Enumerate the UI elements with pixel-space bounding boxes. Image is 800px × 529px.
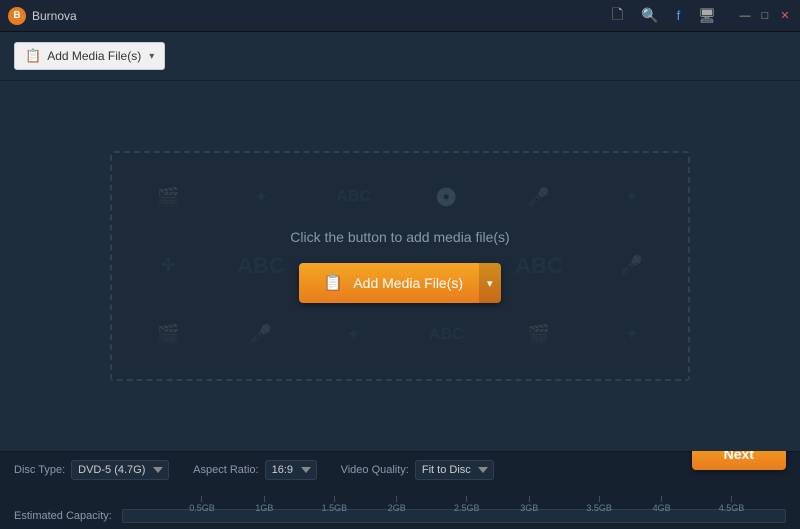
tick-2gb: 2GB (388, 496, 406, 513)
tick-3gb: 3GB (520, 496, 538, 513)
wm-abc4-icon: ABC (400, 300, 493, 369)
title-right: 🗋 🔍 f 🖥 — □ ✕ (608, 2, 792, 30)
wm-cd2-icon: 🎬 (493, 300, 586, 369)
add-media-dropdown-arrow: ▾ (149, 51, 154, 62)
wm-star3-icon: ✤ (122, 232, 215, 301)
title-bar: B Burnova 🗋 🔍 f 🖥 — □ ✕ (0, 0, 800, 32)
app-logo: B (8, 7, 26, 25)
main-area: 🎬 ✦ ABC 💿 🎤 ✦ ✤ ABC ABC 🎤 🎬 🎤 ✦ ABC 🎬 ✦ … (0, 81, 800, 451)
win-controls: — □ ✕ (738, 9, 792, 23)
tick-4.5gb: 4.5GB (719, 496, 745, 513)
bottom-bar: Disc Type: DVD-5 (4.7G) DVD-9 (8.5G) BD-… (0, 451, 800, 529)
wm-mic3-icon: 🎤 (215, 300, 308, 369)
wm-mic2-icon: 🎤 (585, 232, 678, 301)
search-icon[interactable]: 🔍 (637, 5, 662, 26)
tick-0.5gb: 0.5GB (189, 496, 215, 513)
wm-star4-icon: ✦ (307, 300, 400, 369)
disc-type-select[interactable]: DVD-5 (4.7G) DVD-9 (8.5G) BD-25 BD-50 (71, 460, 169, 480)
tick-4gb: 4GB (653, 496, 671, 513)
center-add-icon: 📋 (323, 273, 343, 293)
disc-type-group: Disc Type: DVD-5 (4.7G) DVD-9 (8.5G) BD-… (14, 460, 169, 480)
tick-3.5gb: 3.5GB (586, 496, 612, 513)
maximize-button[interactable]: □ (758, 9, 772, 23)
tick-1gb: 1GB (255, 496, 273, 513)
aspect-ratio-group: Aspect Ratio: 16:9 4:3 (193, 460, 316, 480)
drop-zone: 🎬 ✦ ABC 💿 🎤 ✦ ✤ ABC ABC 🎤 🎬 🎤 ✦ ABC 🎬 ✦ … (110, 151, 690, 381)
aspect-ratio-select[interactable]: 16:9 4:3 (265, 460, 317, 480)
video-quality-label: Video Quality: (341, 464, 409, 476)
display-icon[interactable]: 🖥 (694, 5, 720, 26)
video-quality-select[interactable]: Fit to Disc High Medium Low (415, 460, 494, 480)
title-left: B Burnova (8, 7, 77, 25)
add-media-button[interactable]: 📋 Add Media File(s) ▾ (14, 42, 165, 70)
tick-1.5gb: 1.5GB (322, 496, 348, 513)
capacity-bar: Estimated Capacity: 0.5GB 1GB 1.5GB 2GB (14, 509, 786, 523)
center-add-dropdown[interactable]: ▾ (479, 263, 501, 303)
close-button[interactable]: ✕ (778, 9, 792, 23)
aspect-ratio-label: Aspect Ratio: (193, 464, 258, 476)
app-title: Burnova (32, 9, 77, 23)
toolbar: 📋 Add Media File(s) ▾ (0, 32, 800, 81)
wm-mic-icon: 🎤 (493, 163, 586, 232)
wm-film2-icon: 🎬 (122, 300, 215, 369)
wm-abc-icon: ABC (307, 163, 400, 232)
drop-zone-message: Click the button to add media file(s) (290, 229, 509, 245)
bottom-controls: Disc Type: DVD-5 (4.7G) DVD-9 (8.5G) BD-… (14, 460, 786, 480)
add-media-icon: 📋 (25, 48, 41, 64)
add-media-label: Add Media File(s) (47, 49, 141, 63)
minimize-button[interactable]: — (738, 9, 752, 23)
video-quality-group: Video Quality: Fit to Disc High Medium L… (341, 460, 494, 480)
disc-type-label: Disc Type: (14, 464, 65, 476)
file-icon[interactable]: 🗋 (608, 2, 627, 30)
wm-film-icon: 🎬 (122, 163, 215, 232)
center-add-media-button[interactable]: 📋 Add Media File(s) ▾ (299, 263, 500, 303)
capacity-label: Estimated Capacity: (14, 510, 114, 522)
facebook-icon[interactable]: f (673, 6, 685, 25)
wm-star5-icon: ✦ (585, 300, 678, 369)
capacity-track: 0.5GB 1GB 1.5GB 2GB 2.5GB 3GB (122, 509, 786, 523)
wm-star-icon: ✦ (215, 163, 308, 232)
tick-2.5gb: 2.5GB (454, 496, 480, 513)
center-add-label: Add Media File(s) (353, 275, 463, 291)
wm-star2-icon: ✦ (585, 163, 678, 232)
wm-cd-icon: 💿 (400, 163, 493, 232)
